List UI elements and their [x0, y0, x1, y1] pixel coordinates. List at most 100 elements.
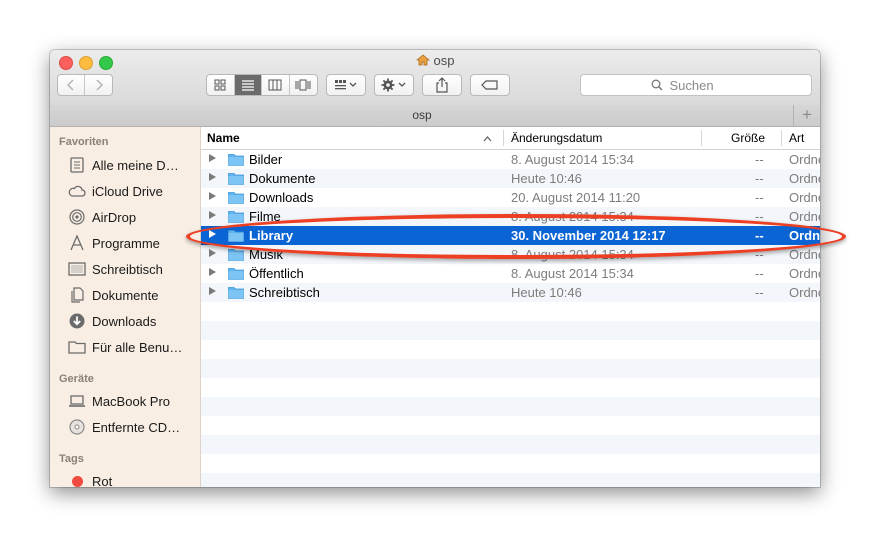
empty-row	[201, 321, 820, 340]
sidebar-item-label: Rot	[92, 473, 113, 488]
file-kind: Ordner	[789, 171, 820, 186]
sidebar-item-remote-disc[interactable]: Entfernte CD…	[67, 416, 180, 438]
cloud-icon	[67, 182, 87, 200]
column-separator	[781, 130, 782, 146]
sidebar-item-all-my-files[interactable]: Alle meine D…	[67, 154, 179, 176]
back-button[interactable]	[58, 75, 85, 95]
disclosure-triangle-icon[interactable]	[209, 154, 216, 162]
file-size: --	[755, 247, 764, 262]
arrange-button[interactable]	[326, 74, 366, 96]
icon-view-button[interactable]	[207, 75, 235, 95]
sidebar-item-label: iCloud Drive	[92, 183, 163, 199]
sidebar-item-tag-red[interactable]: Rot	[67, 470, 112, 487]
empty-row	[201, 435, 820, 454]
sidebar-item-label: Für alle Benu…	[92, 339, 183, 355]
new-tab-button[interactable]: +	[793, 105, 820, 126]
sidebar-item-icloud-drive[interactable]: iCloud Drive	[67, 180, 163, 202]
cover-flow-button[interactable]	[290, 75, 317, 95]
table-row[interactable]: Downloads 20. August 2014 11:20 -- Ordner	[201, 188, 820, 207]
empty-row	[201, 340, 820, 359]
search-input[interactable]	[667, 76, 742, 94]
all-my-files-icon	[67, 156, 87, 174]
disclosure-triangle-icon[interactable]	[209, 211, 216, 219]
column-separator	[503, 130, 504, 146]
table-row[interactable]: Musik 8. August 2014 15:34 -- Ordner	[201, 245, 820, 264]
sidebar-item-label: Alle meine D…	[92, 157, 179, 173]
list-view-icon	[241, 80, 254, 91]
sidebar-section-devices: Geräte	[59, 373, 94, 385]
folder-icon	[67, 338, 87, 356]
file-date: Heute 10:46	[511, 285, 582, 300]
column-separator	[701, 130, 702, 146]
icon-view-icon	[214, 79, 226, 91]
column-date-modified[interactable]: Änderungsdatum	[511, 131, 602, 145]
sidebar-item-airdrop[interactable]: AirDrop	[67, 206, 136, 228]
disclosure-triangle-icon[interactable]	[209, 230, 216, 238]
airdrop-icon	[67, 208, 87, 226]
file-name: Dokumente	[249, 171, 316, 186]
sidebar-item-shared[interactable]: Für alle Benu…	[67, 336, 182, 358]
file-kind: Ordner	[789, 228, 820, 243]
desktop-icon	[67, 260, 87, 278]
tag-button[interactable]	[470, 74, 510, 96]
view-mode-control	[206, 74, 318, 96]
sidebar-item-applications[interactable]: Programme	[67, 232, 160, 254]
chevron-left-icon	[67, 79, 74, 91]
search-field[interactable]	[580, 74, 812, 96]
disclosure-triangle-icon[interactable]	[209, 173, 216, 181]
table-row[interactable]: Öffentlich 8. August 2014 15:34 -- Ordner	[201, 264, 820, 283]
empty-row	[201, 473, 820, 487]
column-kind[interactable]: Art	[789, 131, 804, 145]
folder-icon	[228, 248, 244, 261]
table-row[interactable]: Schreibtisch Heute 10:46 -- Ordner	[201, 283, 820, 302]
file-size: --	[755, 285, 764, 300]
disclosure-triangle-icon[interactable]	[209, 268, 216, 276]
empty-row	[201, 416, 820, 435]
share-button[interactable]	[422, 74, 462, 96]
table-row[interactable]: Bilder 8. August 2014 15:34 -- Ordner	[201, 150, 820, 169]
table-row[interactable]: Filme 8. August 2014 15:34 -- Ordner	[201, 207, 820, 226]
window-title-text: osp	[433, 53, 455, 68]
disclosure-triangle-icon[interactable]	[209, 287, 216, 295]
chevron-right-icon	[95, 79, 103, 91]
column-size[interactable]: Größe	[731, 131, 765, 145]
file-name: Schreibtisch	[249, 285, 320, 300]
table-row[interactable]: Library 30. November 2014 12:17 -- Ordner	[201, 226, 820, 245]
documents-icon	[67, 286, 87, 304]
sidebar-item-documents[interactable]: Dokumente	[67, 284, 158, 306]
sidebar-item-desktop[interactable]: Schreibtisch	[67, 258, 163, 280]
file-kind: Ordner	[789, 152, 820, 167]
file-date: Heute 10:46	[511, 171, 582, 186]
sidebar: Favoriten Alle meine D… iCloud Drive Air…	[50, 127, 201, 487]
list-view-button[interactable]	[234, 75, 262, 95]
gear-icon	[381, 78, 406, 92]
tab-osp[interactable]: osp	[50, 108, 794, 122]
column-name[interactable]: Name	[207, 131, 240, 145]
red-tag-dot-icon	[67, 472, 87, 487]
tab-bar: osp +	[50, 105, 820, 127]
disclosure-triangle-icon[interactable]	[209, 249, 216, 257]
file-date: 8. August 2014 15:34	[511, 209, 634, 224]
file-date: 20. August 2014 11:20	[511, 190, 641, 205]
file-date: 8. August 2014 15:34	[511, 247, 634, 262]
sidebar-item-macbook-pro[interactable]: MacBook Pro	[67, 390, 170, 412]
sidebar-item-label: Downloads	[92, 313, 157, 329]
disclosure-triangle-icon[interactable]	[209, 192, 216, 200]
table-row[interactable]: Dokumente Heute 10:46 -- Ordner	[201, 169, 820, 188]
file-size: --	[755, 209, 764, 224]
file-kind: Ordner	[789, 285, 820, 300]
file-size: --	[755, 171, 764, 186]
file-name: Downloads	[249, 190, 314, 205]
sidebar-item-downloads[interactable]: Downloads	[67, 310, 156, 332]
column-view-button[interactable]	[262, 75, 290, 95]
forward-button[interactable]	[85, 75, 112, 95]
file-size: --	[755, 190, 764, 205]
file-name: Bilder	[249, 152, 283, 167]
window-title: osp	[50, 53, 820, 68]
sort-ascending-icon	[483, 131, 492, 145]
share-icon	[436, 77, 448, 93]
finder-window: osp Suchen osp + Favoriten Alle meine D……	[50, 50, 820, 487]
file-kind: Ordner	[789, 266, 820, 281]
action-button[interactable]	[374, 74, 414, 96]
empty-row	[201, 378, 820, 397]
